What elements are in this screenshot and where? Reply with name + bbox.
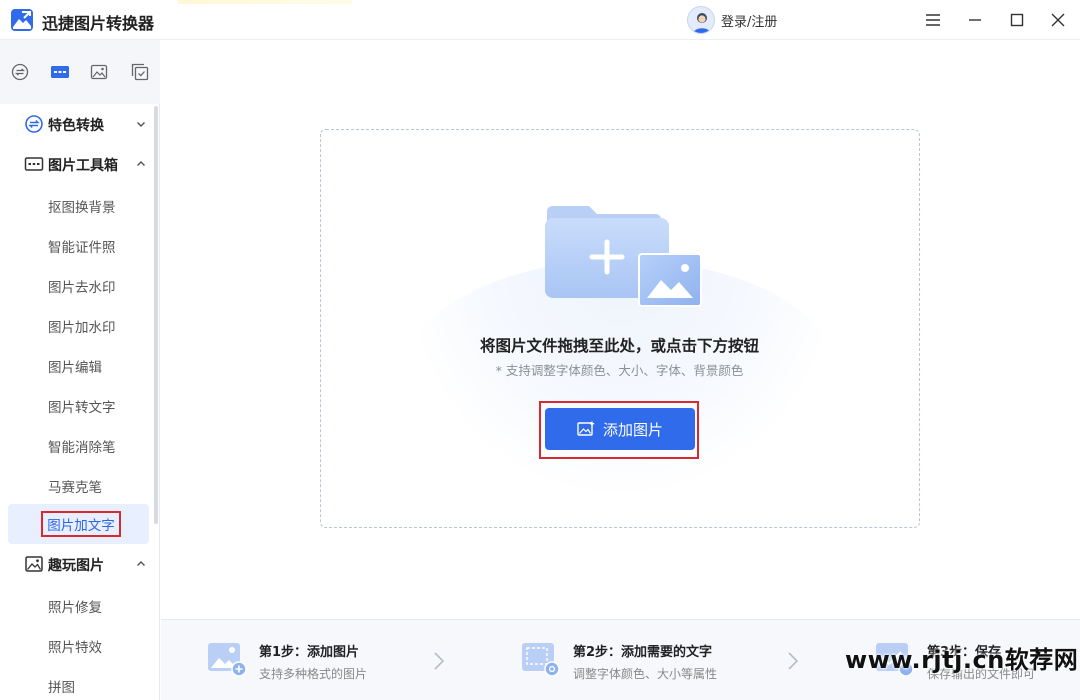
sidebar-item-photo-repair[interactable]: 照片修复 [48,596,102,616]
minimize-icon [969,19,981,21]
drop-zone-subtitle: * 支持调整字体颜色、大小、字体、背景颜色 [495,363,744,378]
hamburger-icon [926,14,940,26]
tab-image-toolbox[interactable] [50,62,70,82]
copy-check-icon [131,63,149,81]
chevron-down-icon [137,122,145,127]
sidebar-item-id-photo[interactable]: 智能证件照 [48,236,116,256]
avatar [687,6,715,34]
maximize-icon [1010,13,1024,27]
toolbox-icon [51,66,69,78]
add-image-icon [577,421,595,436]
step-desc: 调整字体颜色、大小等属性 [573,667,718,681]
app-logo-icon [11,9,33,31]
category-feature-convert[interactable]: 特色转换 [0,104,154,144]
step-title: 第2步：添加需要的文字 [573,645,713,660]
add-image-button[interactable]: 添加图片 [545,408,695,450]
drop-zone-title: 将图片文件拖拽至此处，或点击下方按钮 [479,337,759,355]
add-image-step-icon [208,643,247,677]
step-desc: 支持多种格式的图片 [259,667,368,681]
chevron-up-icon [137,161,145,166]
chevron-right-icon [434,652,445,670]
sidebar-menu: 特色转换 图片工具箱 抠图换背景 智能证件照 图片去水印 图片加水印 图片编辑 … [0,104,160,700]
minimize-button[interactable] [963,8,987,32]
sidebar-item-collage[interactable]: 拼图 [48,676,75,696]
sidebar-item-add-text[interactable]: 图片加文字 [41,511,121,537]
user-icon [692,13,712,33]
sidebar-item-remove-watermark[interactable]: 图片去水印 [48,276,116,296]
chevron-right-icon [788,652,799,670]
maximize-button[interactable] [1005,8,1029,32]
login-label: 登录/注册 [721,14,778,30]
add-image-label: 添加图片 [602,420,663,439]
login-button[interactable]: 登录/注册 [687,5,777,35]
category-label: 图片工具箱 [48,158,118,174]
close-icon [1051,13,1065,27]
folder-add-image-icon [545,206,702,307]
menu-button[interactable] [921,8,945,32]
sidebar-scrollbar[interactable] [154,106,158,524]
image-icon [25,556,43,572]
sidebar-item-photo-effects[interactable]: 照片特效 [48,636,102,656]
step-title: 第1步：添加图片 [259,645,360,660]
category-fun-image[interactable]: 趣玩图片 [0,544,154,584]
sidebar-item-smart-eraser[interactable]: 智能消除笔 [48,436,116,456]
title-bar: 迅捷图片转换器 登录/注册 [0,0,1080,40]
sidebar-item-mosaic-pen[interactable]: 马赛克笔 [48,476,102,496]
sidebar-icon-tabs [0,40,160,104]
title-accent-bar [178,0,352,4]
tab-other[interactable] [130,62,150,82]
convert-icon [25,115,43,133]
app-title: 迅捷图片转换器 [42,14,155,33]
close-button[interactable] [1046,8,1070,32]
tab-fun-image[interactable] [89,62,109,82]
category-image-toolbox[interactable]: 图片工具箱 [0,144,154,184]
chevron-up-icon [137,561,145,566]
image-icon [90,64,108,80]
drop-zone[interactable]: 将图片文件拖拽至此处，或点击下方按钮 * 支持调整字体颜色、大小、字体、背景颜色… [320,129,920,528]
sidebar-item-image-to-text[interactable]: 图片转文字 [48,396,116,416]
sidebar: 特色转换 图片工具箱 抠图换背景 智能证件照 图片去水印 图片加水印 图片编辑 … [0,40,160,700]
sidebar-item-add-watermark[interactable]: 图片加水印 [48,316,116,336]
sidebar-item-image-edit[interactable]: 图片编辑 [48,356,102,376]
tab-feature-convert[interactable] [10,62,30,82]
sidebar-item-cutout-background[interactable]: 抠图换背景 [48,196,116,216]
text-settings-step-icon [522,643,560,677]
toolbox-icon [24,157,44,171]
convert-icon [11,63,29,81]
site-watermark: www.rjtj.cn软荐网 [845,646,1079,674]
category-label: 趣玩图片 [48,558,104,574]
category-label: 特色转换 [48,118,104,134]
